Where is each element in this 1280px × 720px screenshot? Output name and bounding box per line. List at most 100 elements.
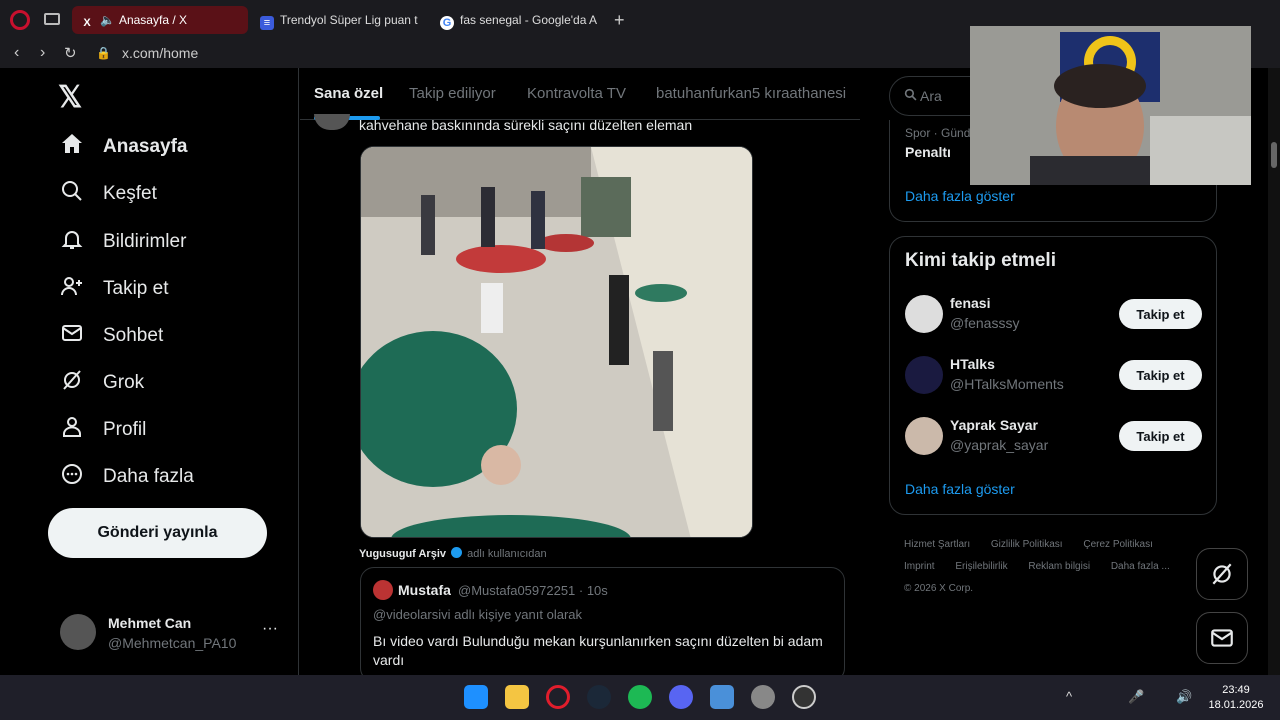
avatar[interactable] <box>905 417 943 455</box>
new-tab-button[interactable]: + <box>614 10 625 31</box>
suggestion-handle: @fenasssy <box>950 315 1020 331</box>
scrollbar-thumb[interactable] <box>1271 142 1277 168</box>
search-icon <box>904 88 917 104</box>
timeline: Sana özel Takip ediliyor Kontravolta TV … <box>300 68 860 675</box>
settings-icon[interactable] <box>751 685 775 709</box>
chevron-up-icon[interactable]: ^ <box>1066 689 1072 704</box>
nav-item-explore[interactable]: Keşfet <box>58 177 157 211</box>
clock-date: 18.01.2026 <box>1208 699 1264 711</box>
search-icon <box>58 179 86 209</box>
who-to-follow: Kimi takip etmeli fenasi @fenasssy Takip… <box>889 236 1217 515</box>
follow-button[interactable]: Takip et <box>1119 421 1202 451</box>
url-field[interactable]: x.com/home <box>122 45 198 61</box>
suggestion-name: HTalks <box>950 356 995 372</box>
tweet-avatar[interactable] <box>314 114 350 130</box>
verified-badge-icon <box>451 547 463 558</box>
account-handle: @Mehmetcan_PA10 <box>108 635 237 651</box>
nav-item-notifications[interactable]: Bildirimler <box>58 225 186 259</box>
file-explorer-icon[interactable] <box>505 685 529 709</box>
footer-link[interactable]: Çerez Politikası <box>1083 539 1152 550</box>
avatar[interactable] <box>905 356 943 394</box>
tab-islands-icon[interactable] <box>44 13 60 25</box>
bell-icon <box>58 227 86 257</box>
webcam-overlay <box>970 26 1251 185</box>
taskbar: ^ 🎤 🔊 23:49 18.01.2026 <box>0 675 1280 720</box>
tab-trendyol[interactable]: ≡ Trendyol Süper Lig puan t <box>252 6 424 34</box>
tab-kontravolta[interactable]: Kontravolta TV <box>527 85 626 102</box>
person-icon <box>58 415 86 445</box>
suggestion-handle: @HTalksMoments <box>950 376 1064 392</box>
show-more-trends-link[interactable]: Daha fazla göster <box>905 188 1015 204</box>
show-more-suggestions-link[interactable]: Daha fazla göster <box>905 481 1015 497</box>
forward-icon[interactable]: › <box>40 44 45 62</box>
footer-link[interactable]: Erişilebilirlik <box>955 561 1007 572</box>
reload-icon[interactable]: ↻ <box>64 44 77 62</box>
lock-icon[interactable]: 🔒 <box>96 46 111 60</box>
start-icon[interactable] <box>464 685 488 709</box>
tab-google[interactable]: Gfas senegal - Google'da A <box>432 6 604 34</box>
steam-icon[interactable] <box>587 685 611 709</box>
discord-icon[interactable] <box>669 685 693 709</box>
trend-name[interactable]: Penaltı <box>905 144 951 160</box>
footer-link[interactable]: Gizlilik Politikası <box>991 539 1063 550</box>
nav-item-more[interactable]: Daha fazla <box>58 460 194 494</box>
page-scrollbar[interactable] <box>1268 68 1280 675</box>
microphone-icon[interactable]: 🎤 <box>1128 689 1144 705</box>
post-button[interactable]: Gönderi yayınla <box>48 508 267 558</box>
nav-item-profile[interactable]: Profil <box>58 413 146 447</box>
tab-following[interactable]: Takip ediliyor <box>409 85 496 102</box>
footer-link[interactable]: Reklam bilgisi <box>1028 561 1090 572</box>
nav-item-grok[interactable]: Grok <box>58 366 144 400</box>
nav-item-home[interactable]: Anasayfa <box>58 130 188 164</box>
spotify-icon[interactable] <box>628 685 652 709</box>
follow-button[interactable]: Takip et <box>1119 299 1202 329</box>
account-more-icon[interactable]: ··· <box>262 620 278 638</box>
grok-icon <box>58 368 86 398</box>
back-icon[interactable]: ‹ <box>14 44 19 62</box>
suggestion-name: Yaprak Sayar <box>950 417 1038 433</box>
tab-anasayfa-x[interactable]: X 🔈 Anasayfa / X <box>72 6 248 34</box>
left-navigation: 𝕏 Anasayfa Keşfet Bildirimler Takip et S… <box>0 68 299 675</box>
who-to-follow-title: Kimi takip etmeli <box>905 250 1056 271</box>
follow-suggestion[interactable]: fenasi @fenasssy Takip et <box>890 287 1218 347</box>
google-favicon-icon: G <box>440 16 454 30</box>
x-logo-icon[interactable]: 𝕏 <box>58 80 82 115</box>
tweet-video[interactable] <box>360 146 753 538</box>
quote-author-name: Mustafa <box>398 582 451 598</box>
follow-suggestion[interactable]: HTalks @HTalksMoments Takip et <box>890 348 1218 408</box>
quoted-tweet[interactable]: Mustafa @Mustafa05972251 · 10s @videolar… <box>360 567 845 675</box>
quote-body: Bı video vardı Bulunduğu mekan kurşunlan… <box>373 633 823 668</box>
credit-suffix: adlı kullanıcıdan <box>467 548 547 560</box>
footer-link[interactable]: Imprint <box>904 561 935 572</box>
system-clock[interactable]: 23:49 18.01.2026 <box>1196 683 1276 713</box>
quote-author-handle: @Mustafa05972251 · 10s <box>458 583 608 598</box>
suggestion-handle: @yaprak_sayar <box>950 437 1049 453</box>
copyright: © 2026 X Corp. <box>904 583 974 594</box>
avatar[interactable] <box>905 295 943 333</box>
quote-avatar[interactable] <box>373 580 393 600</box>
opera-logo-icon[interactable] <box>10 10 30 30</box>
tab-for-you[interactable]: Sana özel <box>314 85 383 102</box>
suggestion-name: fenasi <box>950 295 991 311</box>
nav-item-chat[interactable]: Sohbet <box>58 319 163 353</box>
volume-icon[interactable]: 🔊 <box>1176 689 1192 705</box>
avatar <box>60 614 96 650</box>
app-icon[interactable] <box>710 685 734 709</box>
grok-float-button[interactable] <box>1196 548 1248 600</box>
mail-icon <box>1211 629 1233 647</box>
messages-float-button[interactable] <box>1196 612 1248 664</box>
tab-batuhanfurkan[interactable]: batuhanfurkan5 kıraathanesi <box>656 85 846 102</box>
credit-name[interactable]: Yugusuguf Arşiv <box>359 548 446 560</box>
footer-link[interactable]: Daha fazla ... <box>1111 561 1170 572</box>
footer-links: Hizmet Şartları Gizlilik Politikası Çere… <box>904 534 1204 600</box>
nav-item-follow[interactable]: Takip et <box>58 272 168 306</box>
tweet-text: kahvehane baskınında sürekli saçını düze… <box>359 117 693 133</box>
sound-icon: 🔈 <box>100 13 115 27</box>
follow-suggestion[interactable]: Yaprak Sayar @yaprak_sayar Takip et <box>890 409 1218 469</box>
footer-link[interactable]: Hizmet Şartları <box>904 539 970 550</box>
opera-taskbar-icon[interactable] <box>546 685 570 709</box>
account-switcher[interactable]: Mehmet Can @Mehmetcan_PA10 ··· <box>60 606 290 658</box>
follow-button[interactable]: Takip et <box>1119 360 1202 390</box>
obs-icon[interactable] <box>792 685 816 709</box>
trend-meta: Spor · Günd <box>905 126 971 140</box>
